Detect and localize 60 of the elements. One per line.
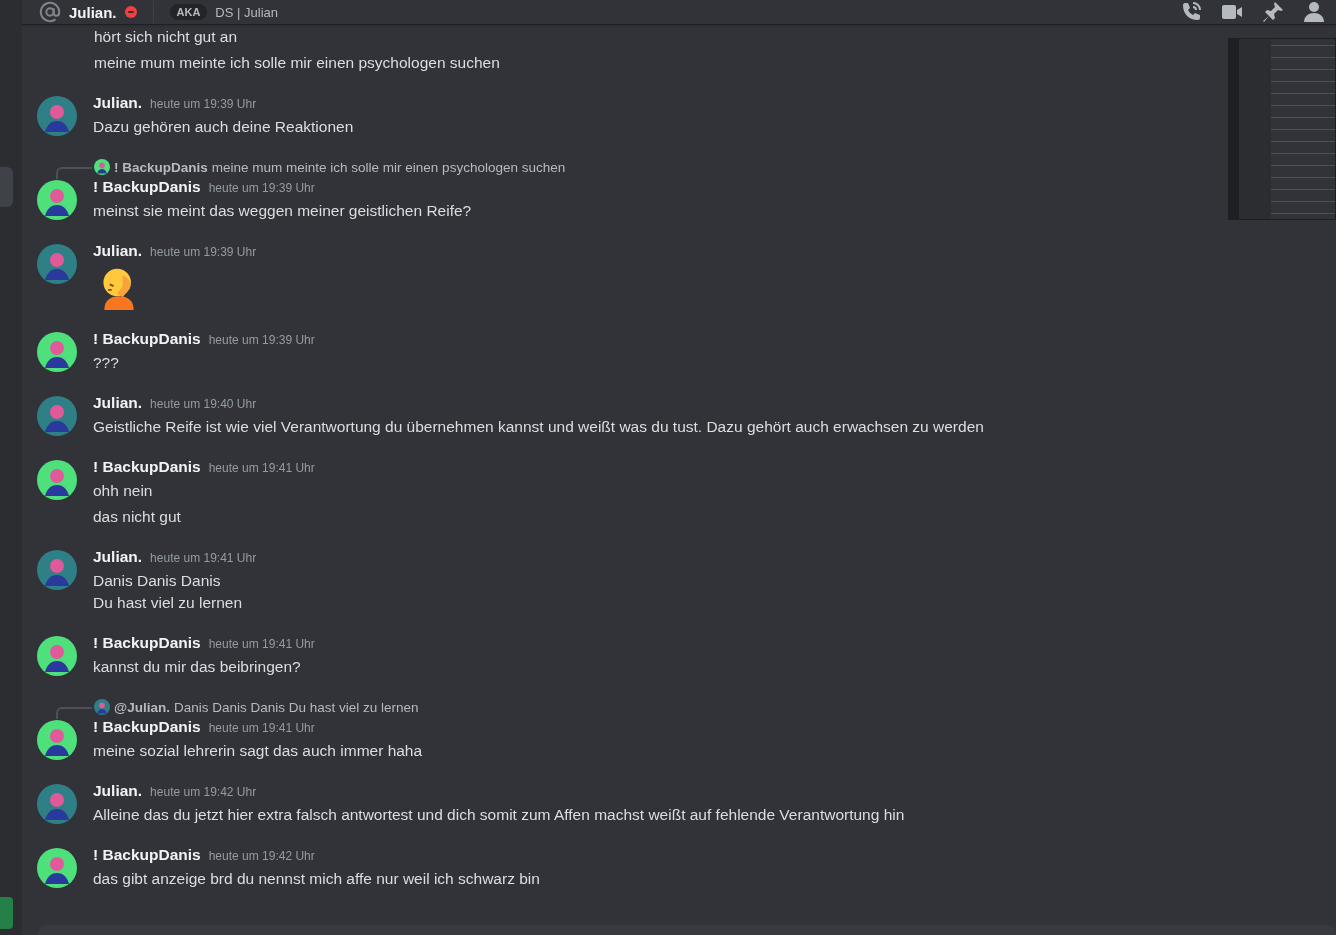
- username[interactable]: ! BackupDanis: [93, 717, 201, 737]
- message-text: Danis Danis Danis Du hast viel zu lernen: [93, 571, 244, 613]
- username[interactable]: Julian.: [93, 241, 143, 261]
- timestamp: heute um 19:39 Uhr: [208, 180, 315, 197]
- reply-connector: [56, 167, 92, 179]
- reply-author[interactable]: @Julian.: [114, 699, 170, 715]
- timestamp: heute um 19:41 Uhr: [150, 550, 257, 567]
- username[interactable]: ! BackupDanis: [93, 457, 201, 477]
- timestamp: heute um 19:41 Uhr: [208, 720, 315, 737]
- timestamp: heute um 19:42 Uhr: [208, 848, 315, 865]
- message-text: hört sich nicht gut an: [94, 27, 239, 47]
- avatar: [37, 720, 77, 760]
- username[interactable]: ! BackupDanis: [93, 633, 201, 653]
- avatar: [37, 784, 77, 824]
- avatar: [37, 180, 77, 220]
- pin-icon[interactable]: [1261, 0, 1285, 24]
- username[interactable]: ! BackupDanis: [93, 329, 201, 349]
- nickname-text: DS | Julian: [215, 4, 278, 20]
- timestamp: heute um 19:39 Uhr: [208, 332, 315, 349]
- timestamp: heute um 19:42 Uhr: [150, 784, 257, 801]
- timestamp: heute um 19:40 Uhr: [150, 396, 257, 413]
- message-text: meine sozial lehrerin sagt das auch immer haha: [93, 741, 423, 761]
- reply-preview[interactable]: meine mum meinte ich solle mir einen psychologen suchen: [211, 159, 566, 175]
- timestamp: heute um 19:39 Uhr: [150, 96, 257, 113]
- timestamp: heute um 19:41 Uhr: [208, 460, 315, 477]
- avatar: [37, 460, 77, 500]
- avatar: [37, 244, 77, 284]
- username[interactable]: Julian.: [93, 393, 143, 413]
- username[interactable]: Julian.: [93, 547, 143, 567]
- avatar: [37, 848, 77, 888]
- avatar: [37, 636, 77, 676]
- message-text: Geistliche Reife ist wie viel Verantwortung du übernehmen kannst und weißt was du tust. Dazu gehört auch erwachsen zu werden: [93, 417, 984, 437]
- timestamp: heute um 19:41 Uhr: [208, 636, 315, 653]
- message-text: meinst sie meint das weggen meiner geistlichen Reife?: [93, 201, 472, 221]
- message-text: kannst du mir das beibringen?: [93, 657, 302, 677]
- message-text: ???: [93, 353, 120, 373]
- username[interactable]: ! BackupDanis: [93, 845, 201, 865]
- avatar: [37, 396, 77, 436]
- reply-author[interactable]: ! BackupDanis: [114, 159, 208, 175]
- avatar: [37, 96, 77, 136]
- message-text: Dazu gehören auch deine Reaktionen: [93, 117, 354, 137]
- channel-title: Julian.: [69, 3, 117, 21]
- username[interactable]: ! BackupDanis: [93, 177, 201, 197]
- message-text: ohh nein: [93, 481, 154, 501]
- reply-preview[interactable]: Danis Danis Danis Du hast viel zu lernen: [173, 699, 419, 715]
- avatar: [94, 159, 110, 175]
- reply-connector: [56, 707, 92, 719]
- username[interactable]: Julian.: [93, 781, 143, 801]
- avatar: [37, 550, 77, 590]
- at-icon: [39, 1, 61, 23]
- nickname-tag: AKA: [169, 4, 208, 20]
- avatar: [94, 699, 110, 715]
- timestamp: heute um 19:39 Uhr: [150, 244, 257, 261]
- username[interactable]: Julian.: [93, 93, 143, 113]
- message-text: das gibt anzeige brd du nennst mich affe nur weil ich schwarz bin: [93, 869, 540, 889]
- user-icon[interactable]: [1302, 0, 1326, 24]
- message-text: meine mum meinte ich solle mir einen psychologen suchen: [94, 53, 501, 73]
- avatar: [37, 332, 77, 372]
- message-text: das nicht gut: [93, 507, 182, 527]
- message-text: Alleine das du jetzt hier extra falsch antwortest und dich somit zum Affen machst weißt auf fehlende Verantwortung hin: [93, 805, 905, 825]
